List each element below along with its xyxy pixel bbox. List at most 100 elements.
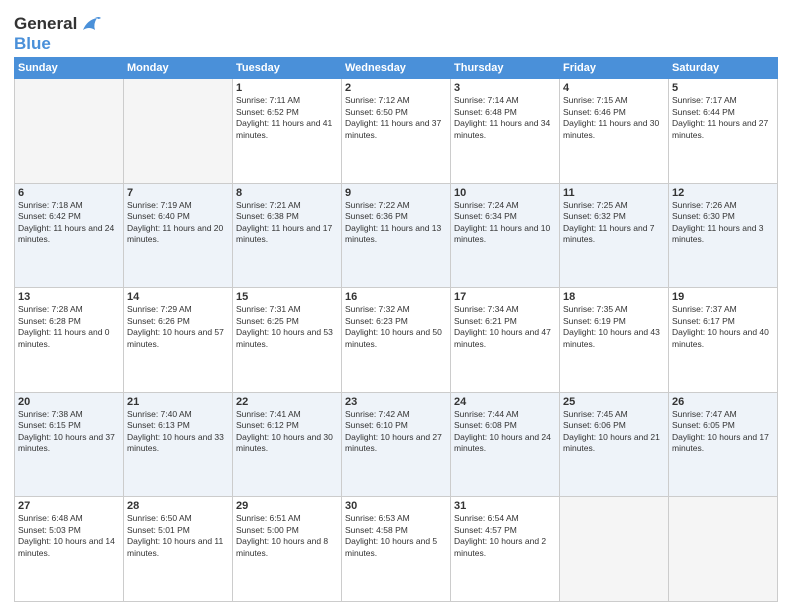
calendar-cell: 8Sunrise: 7:21 AM Sunset: 6:38 PM Daylig… <box>233 183 342 288</box>
day-info: Sunrise: 6:51 AM Sunset: 5:00 PM Dayligh… <box>236 513 338 559</box>
day-number: 1 <box>236 82 338 94</box>
day-info: Sunrise: 7:37 AM Sunset: 6:17 PM Dayligh… <box>672 304 774 350</box>
day-number: 16 <box>345 291 447 303</box>
calendar-week-row: 6Sunrise: 7:18 AM Sunset: 6:42 PM Daylig… <box>15 183 778 288</box>
calendar-cell: 13Sunrise: 7:28 AM Sunset: 6:28 PM Dayli… <box>15 288 124 393</box>
calendar-cell: 7Sunrise: 7:19 AM Sunset: 6:40 PM Daylig… <box>124 183 233 288</box>
calendar-day-header: Friday <box>560 58 669 79</box>
day-info: Sunrise: 7:15 AM Sunset: 6:46 PM Dayligh… <box>563 95 665 141</box>
day-info: Sunrise: 7:12 AM Sunset: 6:50 PM Dayligh… <box>345 95 447 141</box>
day-info: Sunrise: 6:50 AM Sunset: 5:01 PM Dayligh… <box>127 513 229 559</box>
day-number: 31 <box>454 500 556 512</box>
day-number: 22 <box>236 396 338 408</box>
calendar-cell: 10Sunrise: 7:24 AM Sunset: 6:34 PM Dayli… <box>451 183 560 288</box>
calendar-day-header: Saturday <box>669 58 778 79</box>
day-number: 28 <box>127 500 229 512</box>
calendar-cell: 20Sunrise: 7:38 AM Sunset: 6:15 PM Dayli… <box>15 392 124 497</box>
day-number: 12 <box>672 187 774 199</box>
calendar-day-header: Tuesday <box>233 58 342 79</box>
day-info: Sunrise: 6:54 AM Sunset: 4:57 PM Dayligh… <box>454 513 556 559</box>
calendar-cell: 9Sunrise: 7:22 AM Sunset: 6:36 PM Daylig… <box>342 183 451 288</box>
day-info: Sunrise: 7:19 AM Sunset: 6:40 PM Dayligh… <box>127 200 229 246</box>
day-number: 8 <box>236 187 338 199</box>
day-number: 6 <box>18 187 120 199</box>
calendar-cell: 5Sunrise: 7:17 AM Sunset: 6:44 PM Daylig… <box>669 79 778 184</box>
day-number: 7 <box>127 187 229 199</box>
calendar-cell: 23Sunrise: 7:42 AM Sunset: 6:10 PM Dayli… <box>342 392 451 497</box>
day-number: 21 <box>127 396 229 408</box>
calendar-cell: 4Sunrise: 7:15 AM Sunset: 6:46 PM Daylig… <box>560 79 669 184</box>
calendar-cell: 2Sunrise: 7:12 AM Sunset: 6:50 PM Daylig… <box>342 79 451 184</box>
calendar-cell: 24Sunrise: 7:44 AM Sunset: 6:08 PM Dayli… <box>451 392 560 497</box>
calendar-cell: 26Sunrise: 7:47 AM Sunset: 6:05 PM Dayli… <box>669 392 778 497</box>
day-info: Sunrise: 7:18 AM Sunset: 6:42 PM Dayligh… <box>18 200 120 246</box>
day-info: Sunrise: 7:11 AM Sunset: 6:52 PM Dayligh… <box>236 95 338 141</box>
day-info: Sunrise: 7:44 AM Sunset: 6:08 PM Dayligh… <box>454 409 556 455</box>
calendar-cell: 3Sunrise: 7:14 AM Sunset: 6:48 PM Daylig… <box>451 79 560 184</box>
calendar-cell: 27Sunrise: 6:48 AM Sunset: 5:03 PM Dayli… <box>15 497 124 602</box>
day-info: Sunrise: 7:29 AM Sunset: 6:26 PM Dayligh… <box>127 304 229 350</box>
calendar-cell <box>15 79 124 184</box>
day-number: 19 <box>672 291 774 303</box>
day-number: 15 <box>236 291 338 303</box>
calendar-cell <box>124 79 233 184</box>
calendar-cell: 18Sunrise: 7:35 AM Sunset: 6:19 PM Dayli… <box>560 288 669 393</box>
day-number: 14 <box>127 291 229 303</box>
calendar-cell: 16Sunrise: 7:32 AM Sunset: 6:23 PM Dayli… <box>342 288 451 393</box>
day-number: 10 <box>454 187 556 199</box>
day-info: Sunrise: 7:35 AM Sunset: 6:19 PM Dayligh… <box>563 304 665 350</box>
day-info: Sunrise: 7:34 AM Sunset: 6:21 PM Dayligh… <box>454 304 556 350</box>
logo-bird-icon <box>79 16 101 34</box>
day-number: 23 <box>345 396 447 408</box>
day-info: Sunrise: 7:21 AM Sunset: 6:38 PM Dayligh… <box>236 200 338 246</box>
day-number: 29 <box>236 500 338 512</box>
calendar-week-row: 1Sunrise: 7:11 AM Sunset: 6:52 PM Daylig… <box>15 79 778 184</box>
calendar-day-header: Thursday <box>451 58 560 79</box>
day-info: Sunrise: 6:53 AM Sunset: 4:58 PM Dayligh… <box>345 513 447 559</box>
day-info: Sunrise: 7:25 AM Sunset: 6:32 PM Dayligh… <box>563 200 665 246</box>
calendar-week-row: 13Sunrise: 7:28 AM Sunset: 6:28 PM Dayli… <box>15 288 778 393</box>
day-info: Sunrise: 7:32 AM Sunset: 6:23 PM Dayligh… <box>345 304 447 350</box>
calendar-cell: 6Sunrise: 7:18 AM Sunset: 6:42 PM Daylig… <box>15 183 124 288</box>
calendar-cell: 25Sunrise: 7:45 AM Sunset: 6:06 PM Dayli… <box>560 392 669 497</box>
day-info: Sunrise: 7:26 AM Sunset: 6:30 PM Dayligh… <box>672 200 774 246</box>
calendar-cell: 14Sunrise: 7:29 AM Sunset: 6:26 PM Dayli… <box>124 288 233 393</box>
calendar-day-header: Wednesday <box>342 58 451 79</box>
calendar-cell: 15Sunrise: 7:31 AM Sunset: 6:25 PM Dayli… <box>233 288 342 393</box>
day-info: Sunrise: 7:17 AM Sunset: 6:44 PM Dayligh… <box>672 95 774 141</box>
day-info: Sunrise: 7:24 AM Sunset: 6:34 PM Dayligh… <box>454 200 556 246</box>
calendar-cell: 21Sunrise: 7:40 AM Sunset: 6:13 PM Dayli… <box>124 392 233 497</box>
calendar-day-header: Monday <box>124 58 233 79</box>
calendar-header-row: SundayMondayTuesdayWednesdayThursdayFrid… <box>15 58 778 79</box>
calendar-cell: 22Sunrise: 7:41 AM Sunset: 6:12 PM Dayli… <box>233 392 342 497</box>
calendar-cell: 17Sunrise: 7:34 AM Sunset: 6:21 PM Dayli… <box>451 288 560 393</box>
day-info: Sunrise: 6:48 AM Sunset: 5:03 PM Dayligh… <box>18 513 120 559</box>
calendar-cell: 1Sunrise: 7:11 AM Sunset: 6:52 PM Daylig… <box>233 79 342 184</box>
calendar-cell: 11Sunrise: 7:25 AM Sunset: 6:32 PM Dayli… <box>560 183 669 288</box>
day-number: 3 <box>454 82 556 94</box>
day-number: 13 <box>18 291 120 303</box>
day-info: Sunrise: 7:40 AM Sunset: 6:13 PM Dayligh… <box>127 409 229 455</box>
day-number: 30 <box>345 500 447 512</box>
calendar-cell: 19Sunrise: 7:37 AM Sunset: 6:17 PM Dayli… <box>669 288 778 393</box>
day-info: Sunrise: 7:42 AM Sunset: 6:10 PM Dayligh… <box>345 409 447 455</box>
day-info: Sunrise: 7:22 AM Sunset: 6:36 PM Dayligh… <box>345 200 447 246</box>
calendar-week-row: 27Sunrise: 6:48 AM Sunset: 5:03 PM Dayli… <box>15 497 778 602</box>
calendar-cell: 29Sunrise: 6:51 AM Sunset: 5:00 PM Dayli… <box>233 497 342 602</box>
day-number: 5 <box>672 82 774 94</box>
logo-general: General <box>14 14 101 34</box>
calendar-cell: 30Sunrise: 6:53 AM Sunset: 4:58 PM Dayli… <box>342 497 451 602</box>
day-number: 18 <box>563 291 665 303</box>
day-number: 9 <box>345 187 447 199</box>
day-number: 27 <box>18 500 120 512</box>
day-info: Sunrise: 7:38 AM Sunset: 6:15 PM Dayligh… <box>18 409 120 455</box>
calendar-day-header: Sunday <box>15 58 124 79</box>
calendar-cell: 12Sunrise: 7:26 AM Sunset: 6:30 PM Dayli… <box>669 183 778 288</box>
calendar-cell: 31Sunrise: 6:54 AM Sunset: 4:57 PM Dayli… <box>451 497 560 602</box>
calendar-cell: 28Sunrise: 6:50 AM Sunset: 5:01 PM Dayli… <box>124 497 233 602</box>
calendar-cell <box>669 497 778 602</box>
day-info: Sunrise: 7:41 AM Sunset: 6:12 PM Dayligh… <box>236 409 338 455</box>
day-info: Sunrise: 7:14 AM Sunset: 6:48 PM Dayligh… <box>454 95 556 141</box>
day-number: 24 <box>454 396 556 408</box>
day-number: 17 <box>454 291 556 303</box>
